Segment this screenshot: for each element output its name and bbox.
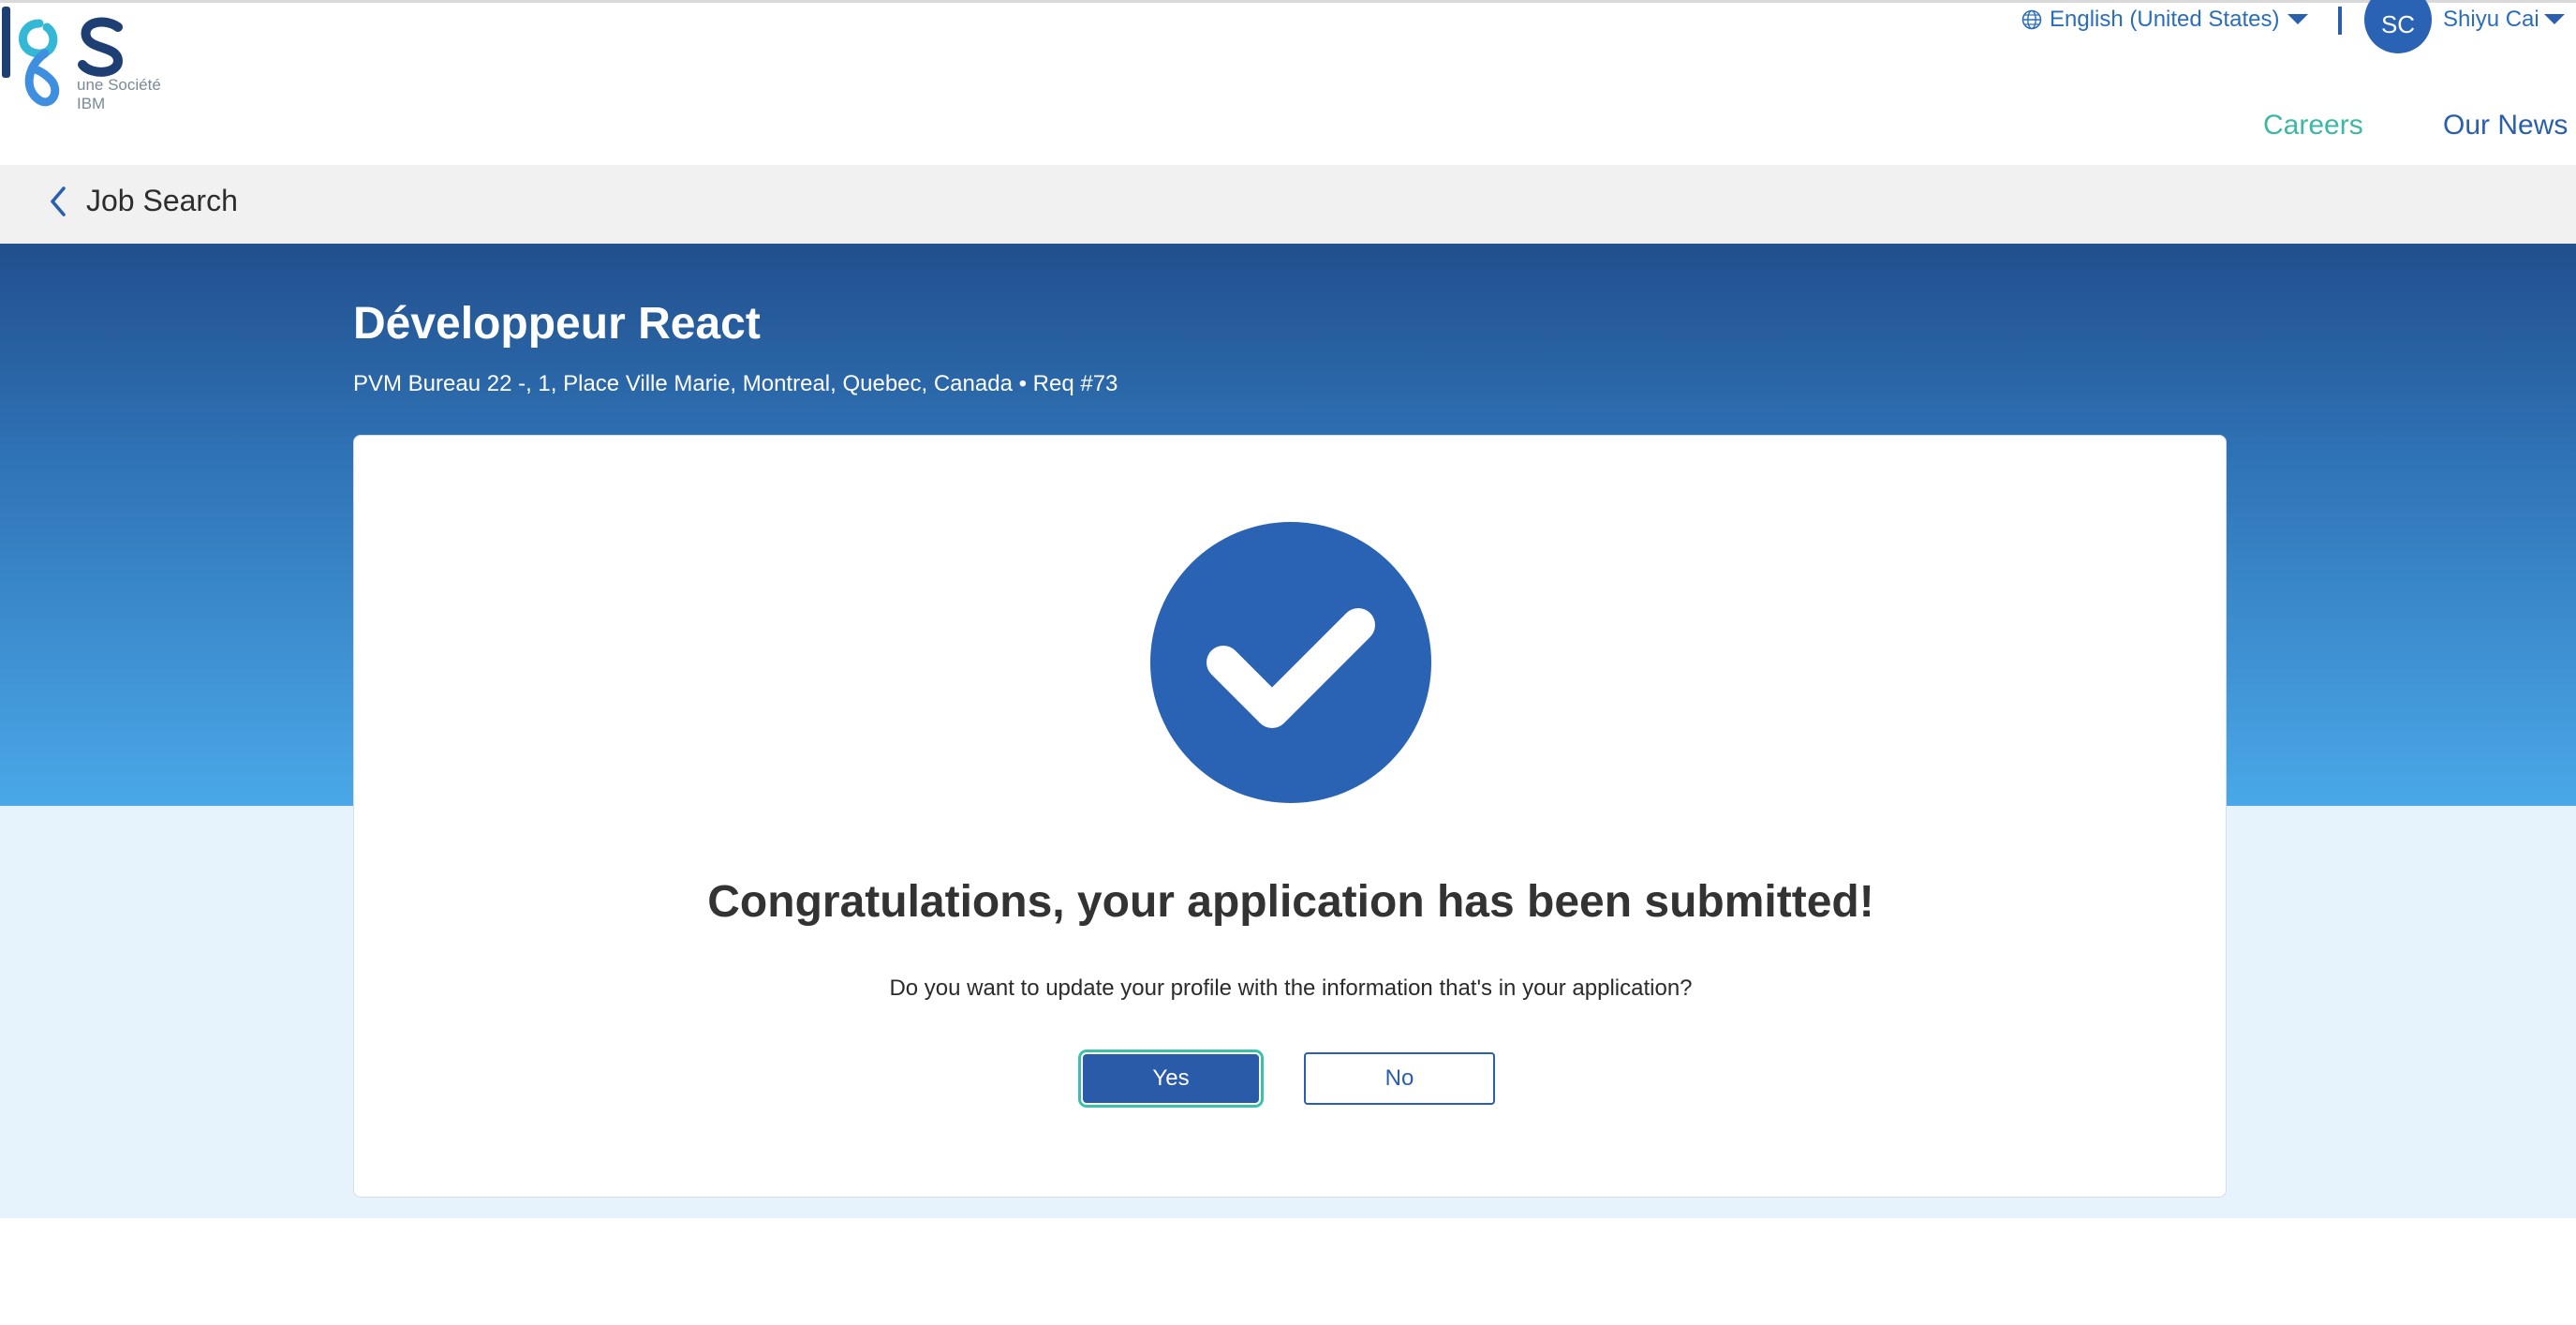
user-name: Shiyu Cai [2443, 7, 2539, 32]
breadcrumb-bar: Job Search [0, 165, 2576, 244]
nav-our-news[interactable]: Our News [2443, 110, 2568, 141]
globe-icon [2021, 9, 2042, 30]
back-to-job-search[interactable]: Job Search [49, 184, 238, 218]
no-button[interactable]: No [1304, 1052, 1495, 1105]
chevron-left-icon [51, 186, 66, 216]
breadcrumb-label: Job Search [86, 184, 238, 217]
job-location-req: PVM Bureau 22 -, 1, Place Ville Marie, M… [353, 371, 1118, 396]
nav-careers[interactable]: Careers [2263, 110, 2363, 141]
user-avatar[interactable]: SC [2364, 0, 2432, 53]
site-header: une Société IBM English (United States) … [0, 0, 2576, 165]
check-circle-icon [1150, 522, 1431, 803]
language-label: English (United States) [2050, 7, 2280, 32]
job-title: Développeur React [353, 299, 761, 349]
language-selector[interactable]: English (United States) [2021, 5, 2317, 35]
yes-button[interactable]: Yes [1078, 1050, 1264, 1108]
user-menu[interactable]: Shiyu Cai [2443, 7, 2566, 33]
company-logo[interactable]: une Société IBM [0, 3, 178, 125]
update-profile-question: Do you want to update your profile with … [889, 975, 1693, 1001]
chevron-down-icon [2287, 14, 2309, 24]
confirmation-card: Congratulations, your application has be… [353, 435, 2227, 1198]
logo-tagline: une Société IBM [77, 76, 161, 112]
success-headline: Congratulations, your application has be… [707, 877, 1874, 927]
chevron-down-icon [2543, 14, 2565, 24]
header-divider [2338, 7, 2342, 35]
